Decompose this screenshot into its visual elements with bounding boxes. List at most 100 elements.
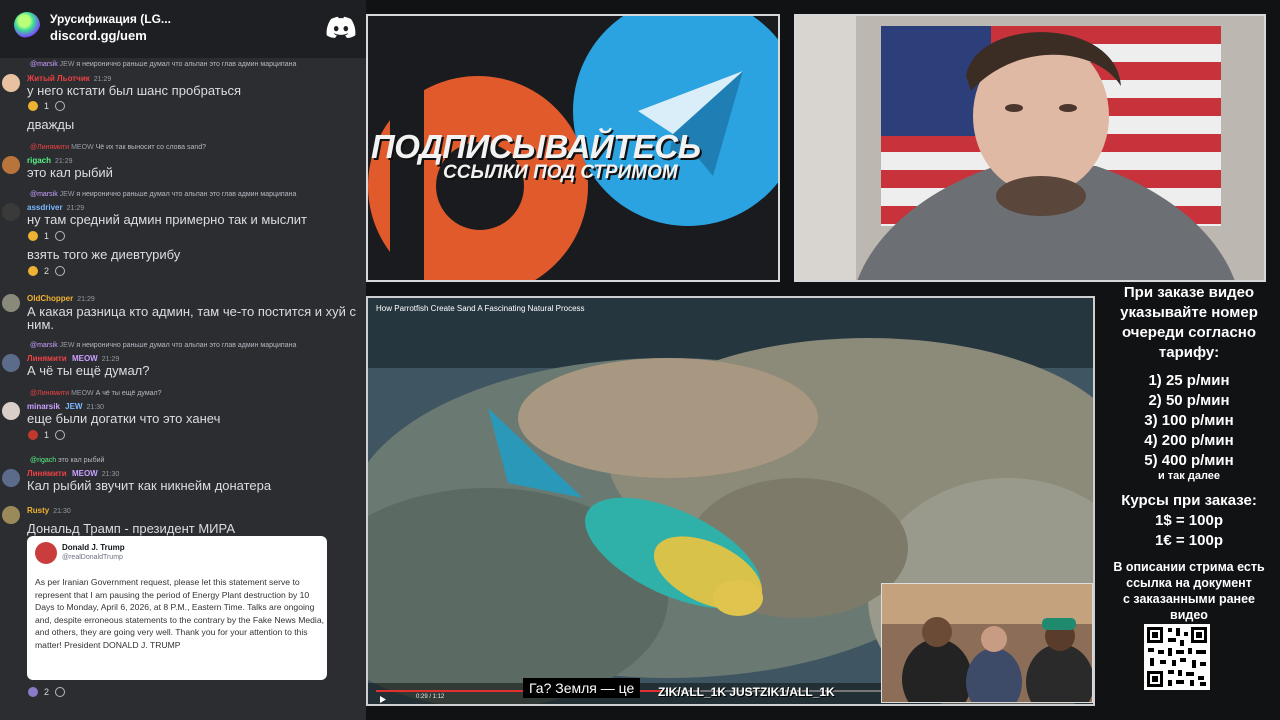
message-author[interactable]: Житый Льотчик 21:29 xyxy=(27,74,111,83)
message-author[interactable]: Линямити MEOW 21:30 xyxy=(27,469,119,478)
order-instruction-line: очереди согласно xyxy=(1121,324,1257,341)
timestamp: 21:29 xyxy=(101,356,120,363)
message-text: это кал рыбий xyxy=(27,165,113,180)
timestamp: 21:30 xyxy=(86,404,105,411)
reaction-count: 1 xyxy=(44,231,50,241)
avatar[interactable] xyxy=(2,354,20,372)
embedded-post-card[interactable]: Donald J. Trump @realDonaldTrump As per … xyxy=(27,536,327,680)
qr-code-icon xyxy=(1144,624,1210,690)
reply-preview[interactable]: @rigach это кал рыбий xyxy=(30,457,104,464)
message-author[interactable]: Rusty 21:30 xyxy=(27,506,71,515)
timestamp: 21:29 xyxy=(66,205,85,212)
reaction-emoji-icon[interactable] xyxy=(28,266,38,276)
reply-preview[interactable]: @Линямити MEOW Чё их так выносит со слов… xyxy=(30,144,206,151)
streamer-handles-overlay: ZIK/ALL_1K JUSTZIK1/ALL_1K xyxy=(658,685,835,699)
tariff-item: 2) 50 р/мин xyxy=(1148,392,1230,409)
message-text: Дональд Трамп - президент МИРА xyxy=(27,521,235,536)
message-text: у него кстати был шанс пробраться xyxy=(27,83,242,98)
description-line: видео xyxy=(1170,608,1208,622)
reaction-emoji-icon[interactable] xyxy=(28,231,38,241)
add-reaction-icon[interactable] xyxy=(55,266,66,276)
reply-text: Чё их так выносит со слова sand? xyxy=(95,144,207,151)
video-title: How Parrotfish Create Sand A Fascinating… xyxy=(376,304,585,313)
avatar[interactable] xyxy=(2,294,20,312)
order-instruction-line: указывайте номер xyxy=(1120,304,1258,321)
reply-badge: JEW xyxy=(59,191,75,198)
add-reaction-icon[interactable] xyxy=(55,101,66,111)
avatar[interactable] xyxy=(2,469,20,487)
timestamp: 21:29 xyxy=(93,76,112,83)
subscribe-banner: ПОДПИСЫВАЙТЕСЬ ССЫЛКИ ПОД СТРИМОМ xyxy=(366,14,780,282)
message-text: еще были догатки что это ханеч xyxy=(27,411,221,426)
avatar[interactable] xyxy=(2,402,20,420)
reaction-bar[interactable]: 1 xyxy=(28,428,66,442)
reply-badge: JEW xyxy=(59,342,75,349)
reply-user: @marsik xyxy=(30,342,58,349)
discord-logo-icon xyxy=(326,16,356,38)
message-text: ну там средний админ примерно так и мысл… xyxy=(27,212,308,227)
timestamp: 21:29 xyxy=(77,296,95,303)
reply-preview[interactable]: @Линямити MEOW А чё ты ещё думал? xyxy=(30,390,162,397)
server-header[interactable]: Урусификация (LG... discord.gg/uem xyxy=(0,0,366,58)
banner-subtitle: ССЫЛКИ ПОД СТРИМОМ xyxy=(443,162,678,183)
pip-image xyxy=(882,584,1092,702)
message-text: Кал рыбий звучит как никнейм донатера xyxy=(27,478,272,493)
tariff-item: 4) 200 р/мин xyxy=(1144,432,1234,449)
tariff-item: 3) 100 р/мин xyxy=(1144,412,1234,429)
reaction-bar[interactable]: 1 xyxy=(28,229,66,243)
message-text-continued: ним. xyxy=(27,317,54,332)
message-author[interactable]: minarsik JEW 21:30 xyxy=(27,402,104,411)
course-rate: 1€ = 100р xyxy=(1155,532,1223,549)
reaction-bar[interactable]: 1 xyxy=(28,99,66,113)
description-line: В описании стрима есть xyxy=(1113,560,1265,574)
reply-badge: MEOW xyxy=(71,390,94,397)
avatar[interactable] xyxy=(2,203,20,221)
message-text: А чё ты ещё думал? xyxy=(27,363,150,378)
reply-text: это кал рыбий xyxy=(58,457,105,464)
timestamp: 21:30 xyxy=(101,471,120,478)
tariff-item: 1) 25 р/мин xyxy=(1148,372,1230,389)
reaction-bar[interactable]: 2 xyxy=(28,264,66,278)
message-author[interactable]: rigach 21:29 xyxy=(27,156,73,165)
server-invite-link[interactable]: discord.gg/uem xyxy=(50,28,147,43)
reply-preview[interactable]: @marsik JEW я неиронично раньше думал чт… xyxy=(30,342,296,349)
tariff-more: и так далее xyxy=(1157,470,1221,482)
reaction-bar[interactable]: 2 xyxy=(28,685,66,699)
message-author[interactable]: OldChopper 21:29 xyxy=(27,294,95,303)
reaction-emoji-icon[interactable] xyxy=(28,687,38,697)
reply-user: @marsik xyxy=(30,191,58,198)
message-text: А какая разница кто админ, там че-то пос… xyxy=(27,304,357,319)
reply-preview[interactable]: @marsik JEW я неиронично раньше думал чт… xyxy=(30,191,296,198)
reply-user: @marsik xyxy=(30,61,58,68)
add-reaction-icon[interactable] xyxy=(55,687,66,697)
post-body: As per Iranian Government request, pleas… xyxy=(35,577,324,650)
avatar[interactable] xyxy=(2,506,20,524)
message-author[interactable]: Линямити MEOW 21:29 xyxy=(27,354,119,363)
banner-title: ПОДПИСЫВАЙТЕСЬ xyxy=(371,128,701,165)
reply-text: я неиронично раньше думал что альпан это… xyxy=(76,61,297,68)
avatar[interactable] xyxy=(2,74,20,92)
server-name: Урусификация (LG... xyxy=(50,12,171,26)
message-author[interactable]: assdriver 21:29 xyxy=(27,203,84,212)
webcam-feed xyxy=(794,14,1266,282)
discord-chat-panel: Урусификация (LG... discord.gg/uem @mars… xyxy=(0,0,366,720)
reaction-emoji-icon[interactable] xyxy=(28,101,38,111)
add-reaction-icon[interactable] xyxy=(55,231,66,241)
order-instruction-line: тарифу: xyxy=(1158,344,1220,361)
reply-preview[interactable]: @marsik JEW я неиронично раньше думал чт… xyxy=(30,61,296,68)
reaction-emoji-icon[interactable] xyxy=(28,430,38,440)
courses-title: Курсы при заказе: xyxy=(1121,492,1257,509)
order-instruction-line: При заказе видео xyxy=(1123,284,1255,301)
reply-badge: JEW xyxy=(59,61,75,68)
reaction-count: 2 xyxy=(44,687,50,697)
message-text: взять того же диевтурибу xyxy=(27,247,181,262)
reaction-count: 2 xyxy=(44,266,50,276)
webcam-image xyxy=(796,16,1264,280)
add-reaction-icon[interactable] xyxy=(55,430,66,440)
message-text: дважды xyxy=(27,117,75,132)
reaction-count: 1 xyxy=(44,430,50,440)
video-player[interactable]: How Parrotfish Create Sand A Fascinating… xyxy=(366,296,1095,706)
post-author-handle: @realDonaldTrump xyxy=(62,554,123,561)
avatar[interactable] xyxy=(2,156,20,174)
order-info-panel: При заказе видео указывайте номер очеред… xyxy=(1098,284,1280,720)
